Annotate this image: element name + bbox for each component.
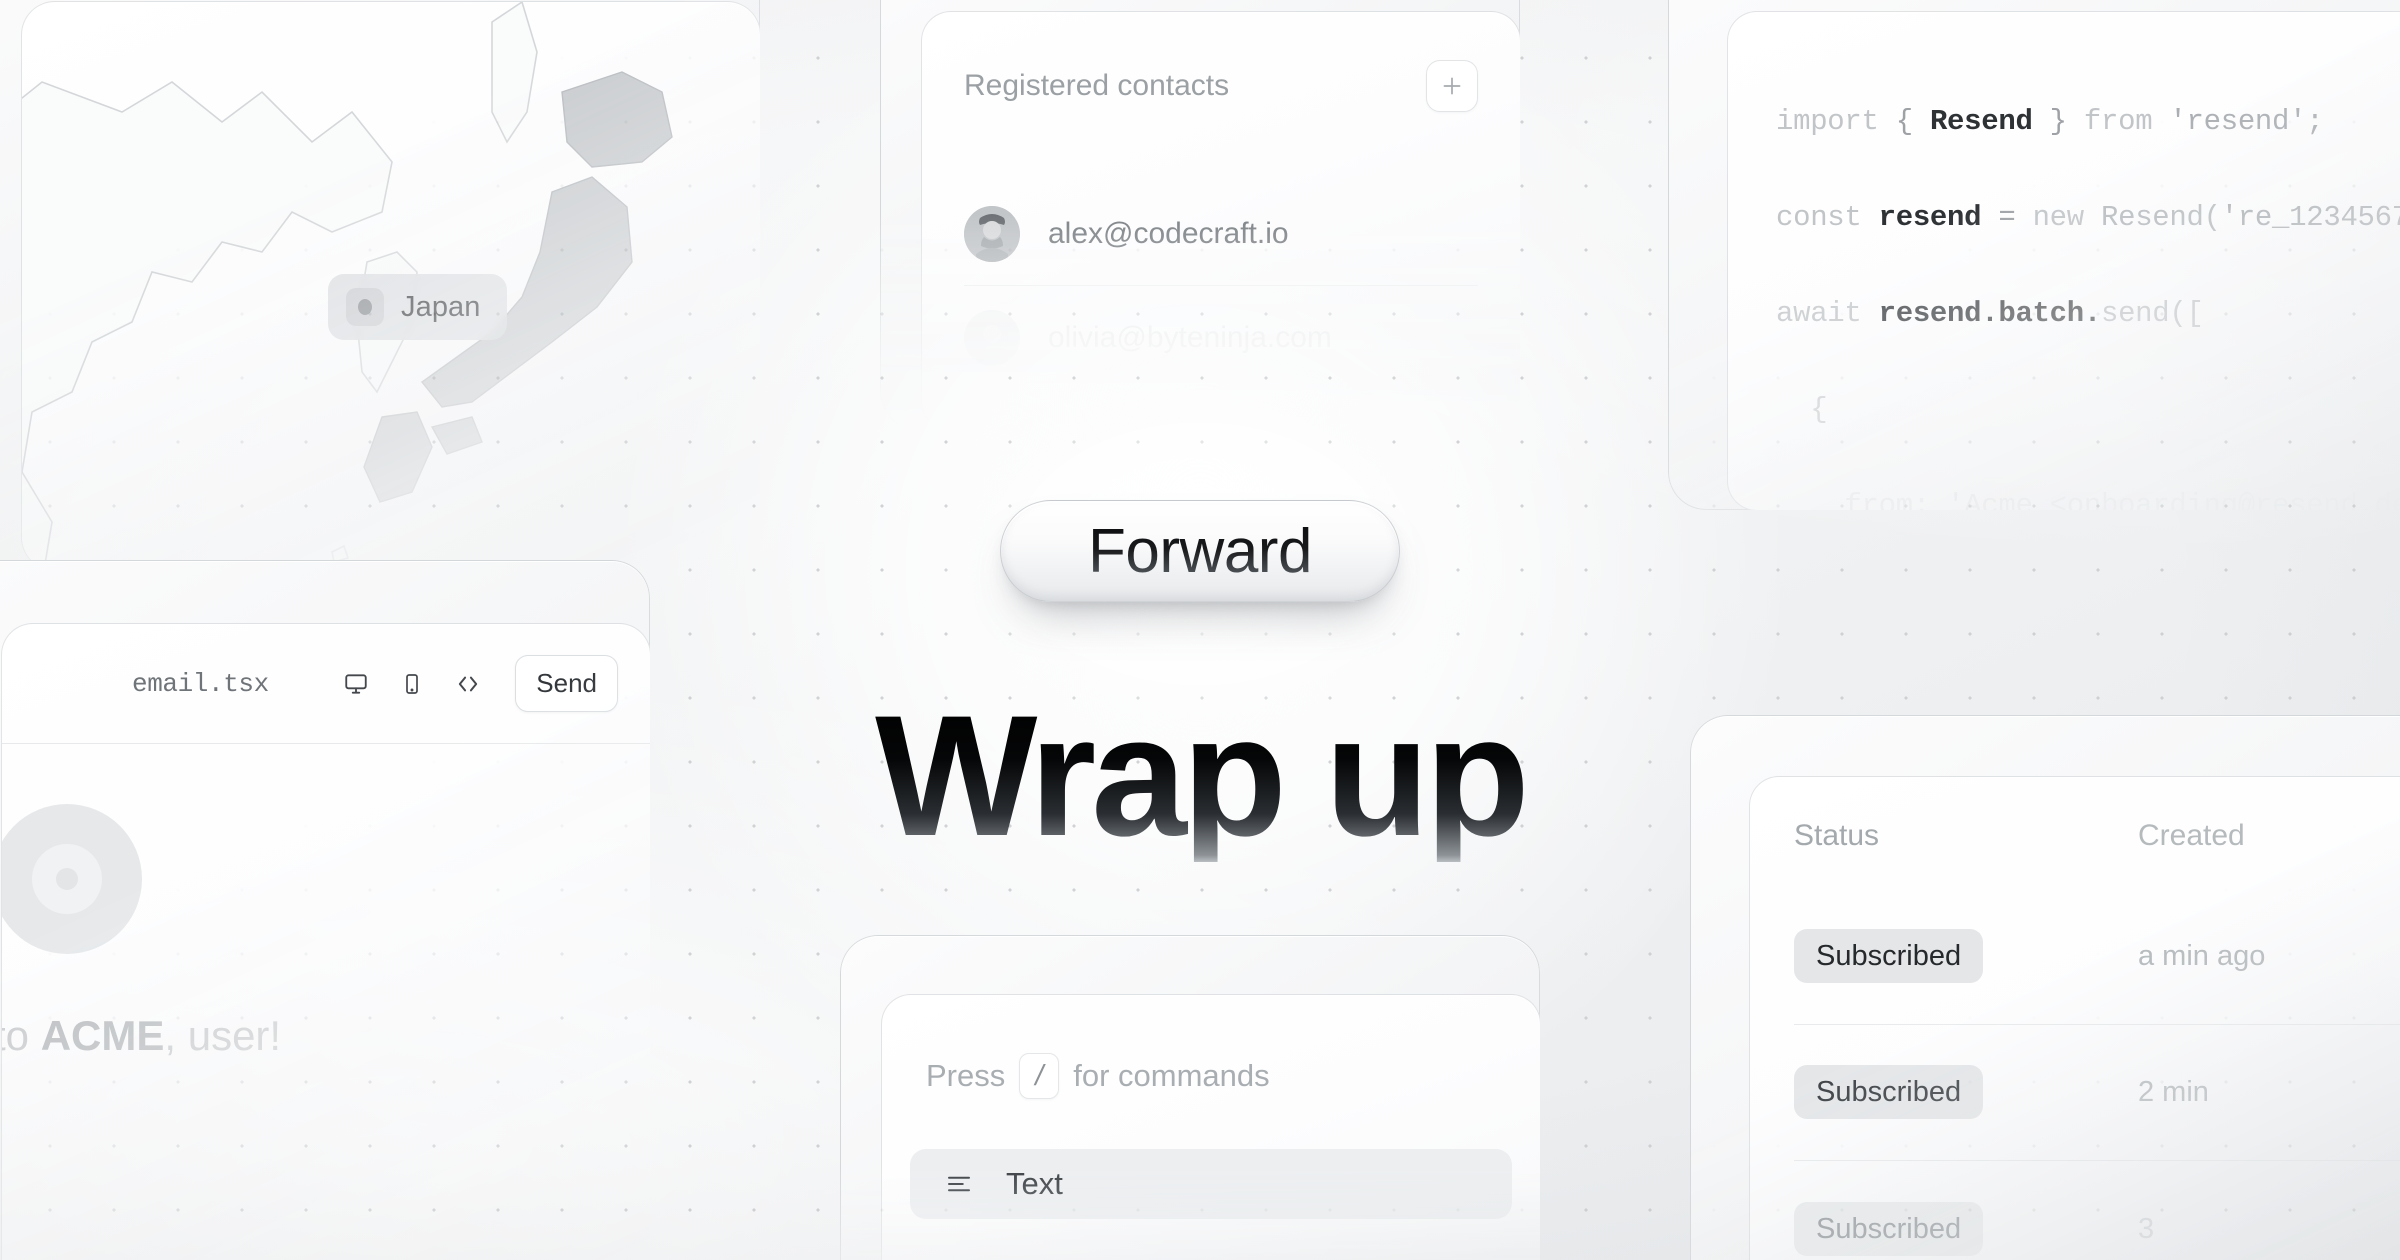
code-line: const resend = new Resend('re_123456789'	[1776, 170, 2400, 266]
status-cell: Subscribed	[1794, 929, 2138, 983]
code-token: 'resend';	[2169, 105, 2324, 138]
command-palette-prompt: Press / for commands	[926, 1053, 1270, 1099]
status-cell: Subscribed	[1794, 1201, 2138, 1256]
command-palette-shell: Press / for commands Text	[840, 935, 1541, 1260]
created-cell: 3	[2138, 1212, 2155, 1245]
created-cell: 2 min	[2138, 1076, 2209, 1108]
email-editor-shell: email.tsx Send o ACME, user!	[0, 560, 651, 1260]
code-card-panel: import { Resend } from 'resend'; const re…	[1727, 11, 2400, 511]
code-card-shell: import { Resend } from 'resend'; const re…	[1668, 0, 2400, 511]
status-badge: Subscribed	[1794, 1065, 1984, 1119]
status-cell: Subscribed	[1794, 1065, 2138, 1119]
code-line: from: 'Acme <onboarding@resend.dev>	[1776, 458, 2400, 511]
code-token: Resend(	[2100, 201, 2221, 234]
code-line: await resend.batch.send([	[1776, 266, 2400, 362]
code-token: resend	[1878, 201, 1982, 234]
code-line: import { Resend } from 'resend';	[1776, 74, 2400, 170]
code-token: new	[2032, 201, 2101, 234]
map-country-badge[interactable]: Japan	[328, 274, 507, 340]
code-token: {	[1895, 105, 1930, 138]
prompt-prefix: Press	[926, 1058, 1006, 1093]
email-greeting-text: to ACME, user!	[2, 1012, 650, 1060]
contact-email: alex@codecraft.io	[1048, 216, 1289, 250]
code-block[interactable]: import { Resend } from 'resend'; const re…	[1776, 74, 2400, 511]
greeting-prefix: to	[2, 1012, 30, 1059]
code-token: import	[1776, 105, 1896, 138]
plus-icon	[1443, 77, 1461, 95]
table-row[interactable]: Subscribed a min ago	[1794, 889, 2400, 1025]
user-avatar	[964, 310, 1020, 366]
map-country-label: Japan	[401, 290, 481, 323]
code-token: send([	[2100, 297, 2204, 330]
greeting-suffix: , user!	[164, 1012, 282, 1059]
code-token: await	[1776, 297, 1879, 330]
add-contact-button[interactable]	[1426, 60, 1478, 112]
code-token: }	[2032, 105, 2084, 138]
contacts-header: Registered contacts	[922, 12, 1520, 112]
canvas-stage: Japan email.tsx Send o ACME, user! Regis…	[0, 0, 2400, 1260]
contact-list-item[interactable]: alex@codecraft.io	[964, 182, 1478, 286]
map-card-panel: Japan	[21, 1, 761, 571]
created-cell: a min ago	[2138, 940, 2266, 972]
command-item-label: Text	[1006, 1166, 1063, 1201]
code-token: const	[1776, 201, 1879, 234]
contacts-title: Registered contacts	[964, 69, 1230, 102]
code-token: Resend	[1929, 105, 2033, 138]
slash-key-badge: /	[1019, 1053, 1060, 1099]
user-avatar	[964, 205, 1020, 262]
page-title: Wrap up	[0, 690, 2400, 862]
greeting-brand: ACME	[40, 1012, 165, 1059]
status-badge: Subscribed	[1794, 929, 1984, 983]
align-left-icon	[942, 1167, 976, 1201]
forward-button[interactable]: Forward	[1000, 500, 1400, 602]
code-token: =	[1981, 201, 2033, 234]
code-token: from	[2083, 105, 2170, 138]
contacts-card-shell: Registered contacts alex@codecraft.io ol…	[880, 0, 1521, 431]
map-card-shell: Japan	[0, 0, 761, 571]
contacts-card-panel: Registered contacts alex@codecraft.io ol…	[921, 11, 1521, 431]
location-pin-icon	[346, 288, 384, 326]
command-item-image[interactable]: Image	[910, 1245, 1512, 1260]
prompt-suffix: for commands	[1073, 1058, 1270, 1093]
code-token: {	[1776, 393, 1828, 426]
status-badge: Subscribed	[1794, 1201, 1984, 1256]
table-row[interactable]: Subscribed 3	[1794, 1161, 2400, 1260]
code-token: 'Acme <onboarding@resend.dev>	[1947, 489, 2400, 511]
code-line: {	[1776, 362, 2400, 458]
code-token: from:	[1776, 489, 1948, 511]
table-row[interactable]: Subscribed 2 min	[1794, 1025, 2400, 1161]
code-token: resend.batch.	[1878, 297, 2102, 330]
contact-email: olivia@byteninja.com	[1048, 321, 1332, 354]
contact-list-item[interactable]: olivia@byteninja.com	[964, 286, 1478, 390]
forward-button-label: Forward	[1088, 516, 1312, 586]
command-palette-panel: Press / for commands Text	[881, 994, 1541, 1260]
command-item-text[interactable]: Text	[910, 1149, 1512, 1219]
code-token: 're_123456789'	[2220, 201, 2400, 234]
